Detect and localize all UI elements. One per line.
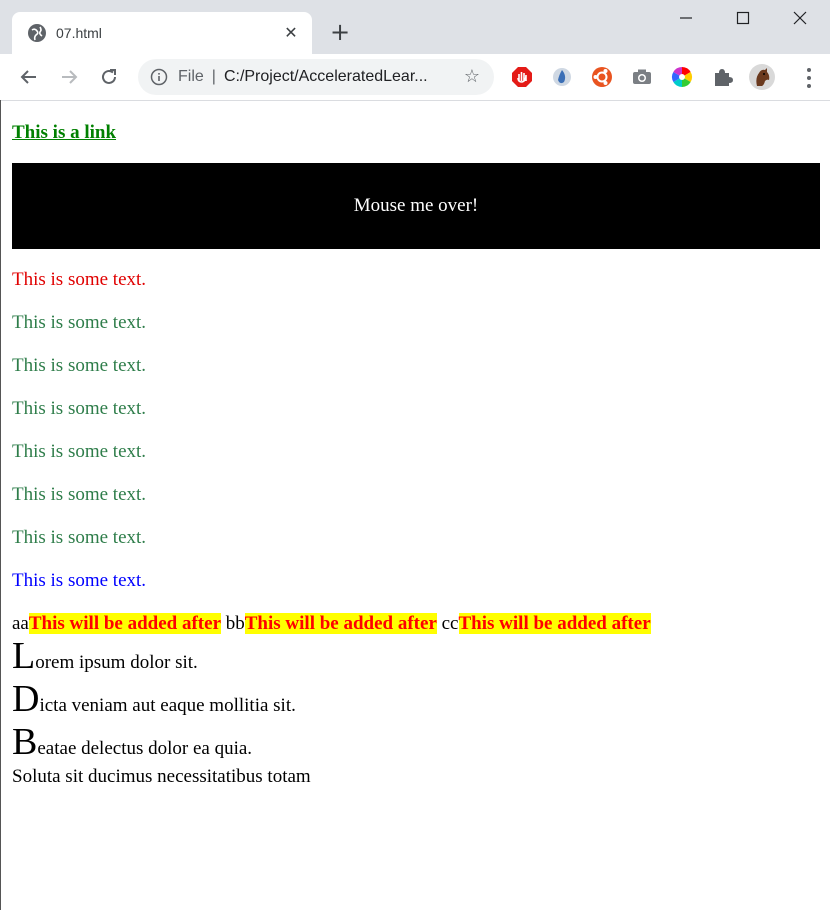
- close-icon: [793, 11, 807, 25]
- url-scheme: File: [178, 68, 204, 85]
- camera-icon[interactable]: [631, 66, 653, 88]
- browser-toolbar: File | C:/Project/AcceleratedLear... ☆: [0, 54, 830, 101]
- dropcap-letter: D: [12, 678, 40, 720]
- window-edge: [0, 100, 1, 910]
- dropcap-rest: icta veniam aut eaque mollitia sit.: [39, 695, 296, 716]
- dropcap-letter: L: [12, 635, 36, 677]
- tab-title: 07.html: [56, 25, 102, 41]
- close-tab-icon[interactable]: ✕: [282, 24, 300, 42]
- after-content-line: aaThis will be added after bbThis will b…: [12, 613, 651, 635]
- adblock-icon[interactable]: [511, 66, 533, 88]
- back-button[interactable]: [14, 62, 44, 92]
- url-text[interactable]: C:/Project/AcceleratedLear...: [224, 68, 444, 86]
- added-after-text: This will be added after: [244, 613, 437, 634]
- forward-arrow-icon: [62, 70, 78, 84]
- maximize-icon: [736, 11, 750, 25]
- dropcap-rest: orem ipsum dolor sit.: [35, 652, 198, 673]
- inline-prefix: cc: [441, 613, 459, 634]
- sample-link[interactable]: This is a link: [12, 122, 116, 144]
- text-paragraph: This is some text.: [12, 484, 147, 505]
- mouse-over-label: Mouse me over!: [353, 195, 479, 216]
- maximize-button[interactable]: [723, 8, 763, 32]
- new-tab-button[interactable]: +: [326, 18, 354, 46]
- reload-button[interactable]: [94, 62, 124, 92]
- text-paragraph: This is some text.: [12, 312, 147, 333]
- more-menu-icon[interactable]: [806, 68, 812, 88]
- reload-icon: [102, 69, 116, 84]
- text-paragraph: This is some text.: [12, 570, 147, 591]
- minimize-icon: [680, 17, 692, 19]
- url-separator: |: [211, 68, 216, 85]
- globe-icon: [28, 24, 46, 42]
- mouse-over-box[interactable]: Mouse me over!: [12, 163, 820, 249]
- address-bar[interactable]: File | C:/Project/AcceleratedLear... ☆: [138, 59, 494, 95]
- drop-icon[interactable]: [551, 66, 573, 88]
- ubuntu-icon[interactable]: [591, 66, 613, 88]
- dropcap-paragraph: Beatae delectus dolor ea quia.: [12, 723, 253, 761]
- inline-prefix: aa: [12, 613, 29, 634]
- added-after-text: This will be added after: [28, 613, 221, 634]
- color-wheel-icon[interactable]: [671, 66, 693, 88]
- final-paragraph: Soluta sit ducimus necessitatibus totam: [12, 766, 311, 787]
- text-paragraph: This is some text.: [12, 441, 147, 462]
- dropcap-paragraph: Lorem ipsum dolor sit.: [12, 637, 198, 675]
- added-after-text: This will be added after: [458, 613, 651, 634]
- text-paragraph: This is some text.: [12, 398, 147, 419]
- puzzle-icon[interactable]: [711, 66, 733, 88]
- text-paragraph: This is some text.: [12, 355, 147, 376]
- dropcap-rest: eatae delectus dolor ea quia.: [37, 738, 253, 759]
- inline-prefix: bb: [225, 613, 245, 634]
- minimize-button[interactable]: [666, 8, 706, 32]
- bookmark-star-icon[interactable]: ☆: [462, 67, 482, 87]
- tab-07-html[interactable]: 07.html ✕: [12, 12, 312, 54]
- close-window-button[interactable]: [780, 8, 820, 32]
- info-icon[interactable]: [150, 68, 168, 86]
- dropcap-paragraph: Dicta veniam aut eaque mollitia sit.: [12, 680, 296, 718]
- forward-button[interactable]: [54, 62, 84, 92]
- back-arrow-icon: [20, 70, 36, 84]
- dropcap-letter: B: [12, 721, 38, 763]
- profile-avatar[interactable]: [749, 64, 775, 90]
- text-paragraph: This is some text.: [12, 527, 147, 548]
- text-paragraph: This is some text.: [12, 269, 147, 290]
- tab-strip: 07.html ✕ +: [0, 0, 830, 54]
